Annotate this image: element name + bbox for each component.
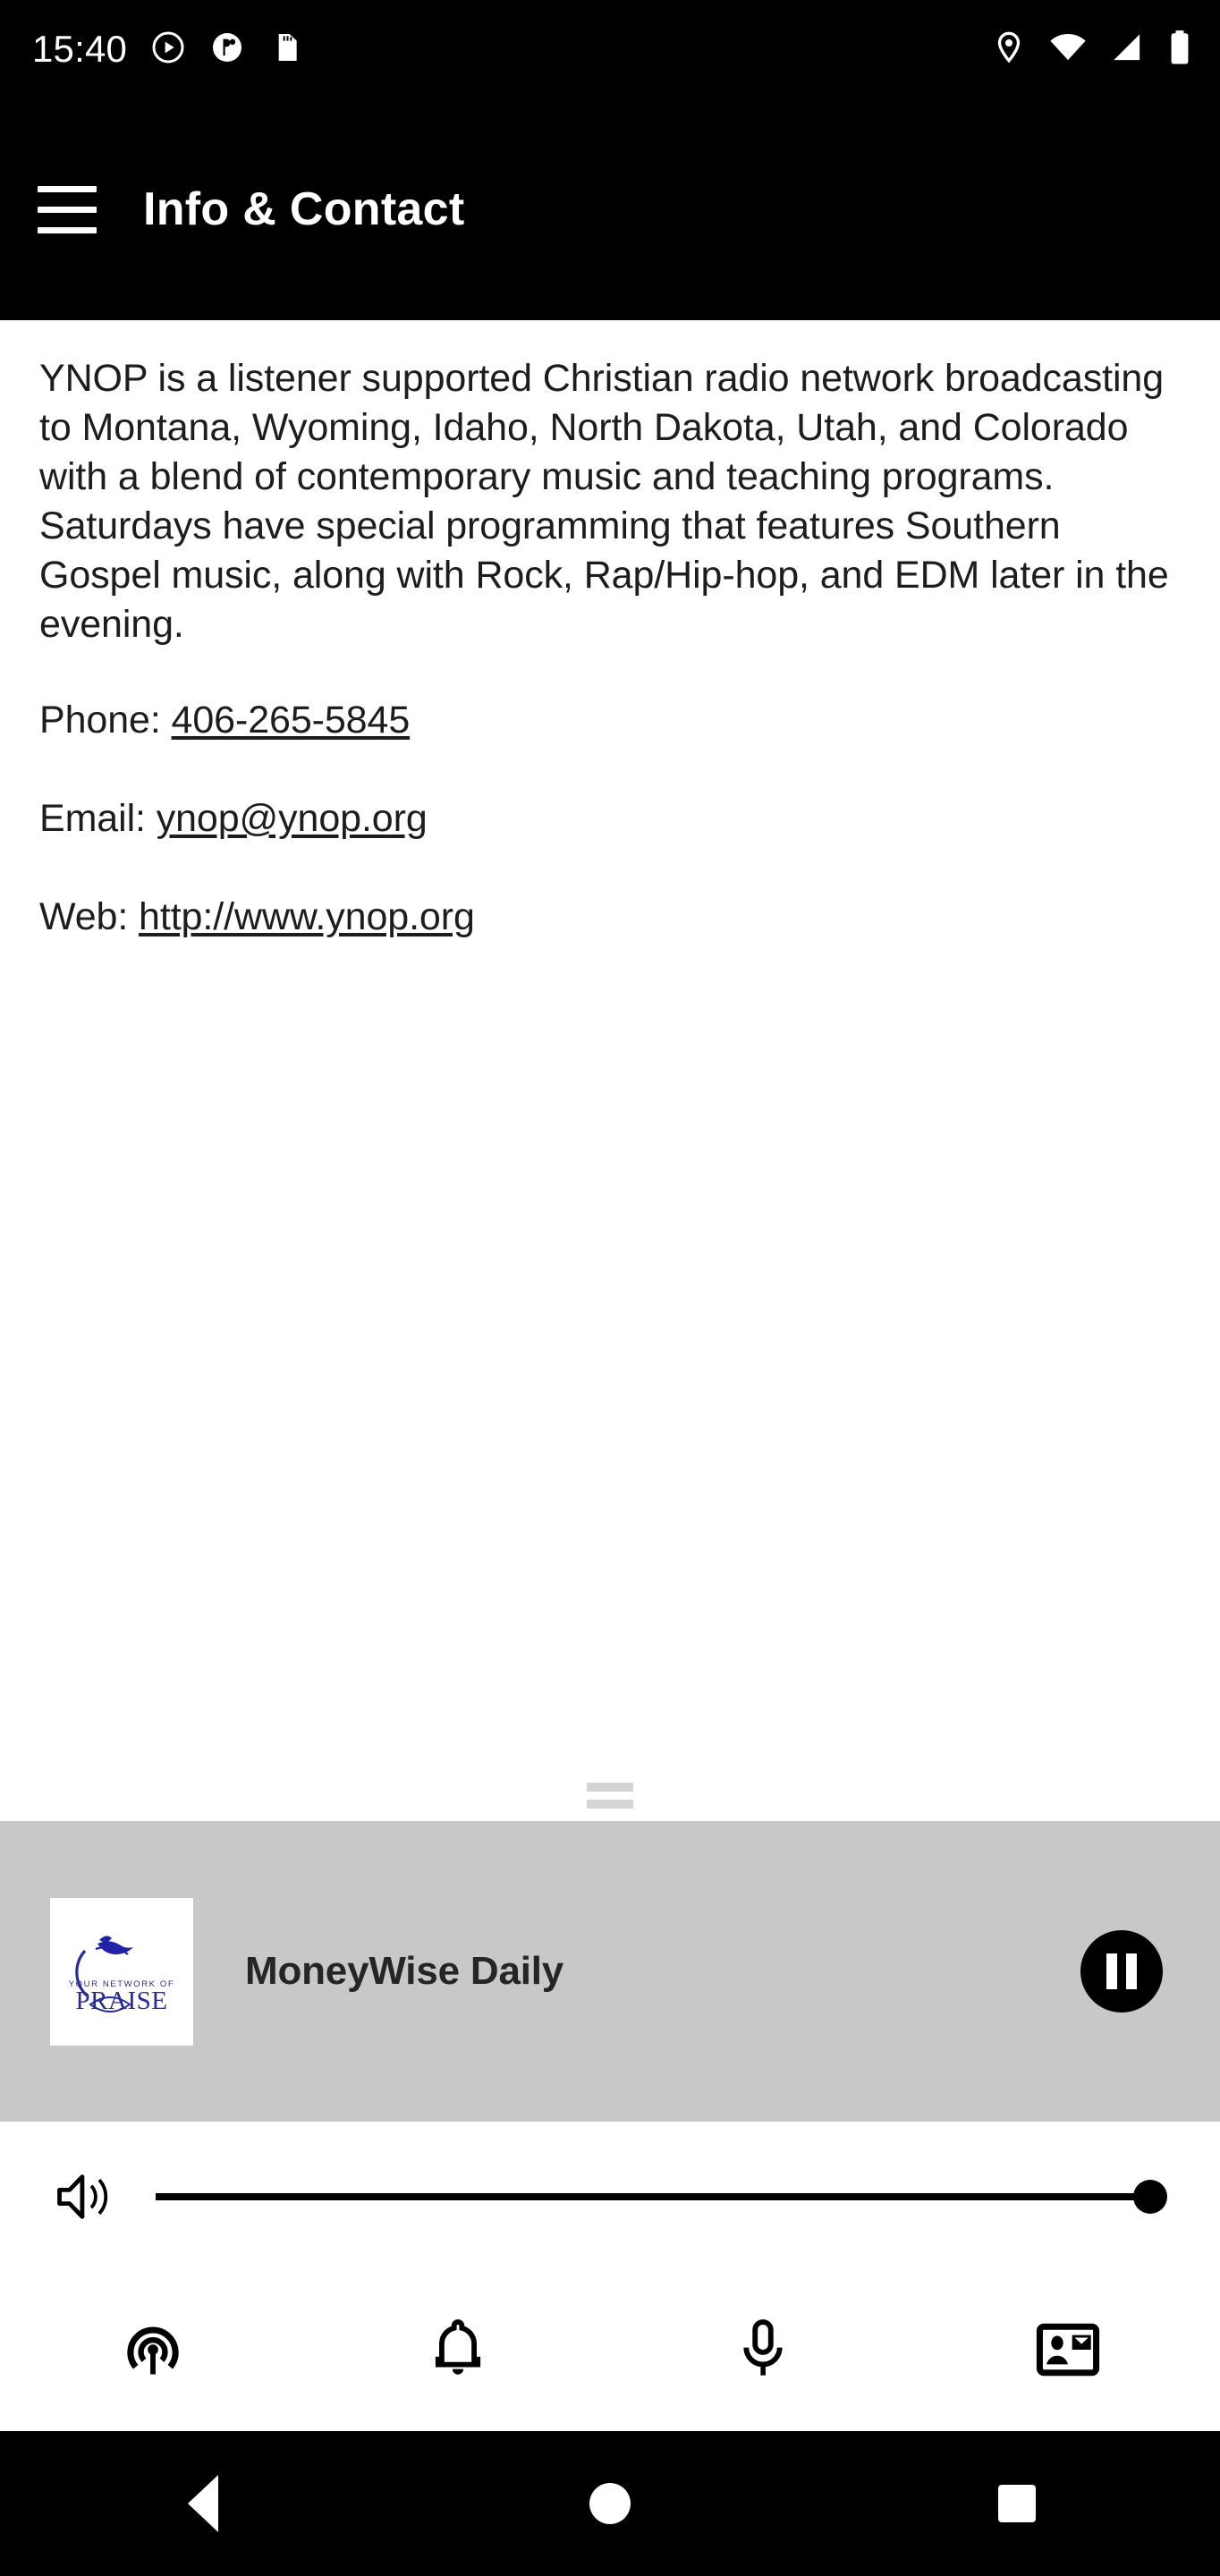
app-screen: 15:40 Info & Contact YNOP is a listener … — [0, 0, 1220, 2576]
bell-icon — [427, 2316, 489, 2388]
drag-handle-bar — [587, 1782, 633, 1792]
now-playing-bar[interactable]: YOUR NETWORK OF PRAISE MoneyWise Daily — [0, 1821, 1220, 2122]
play-circle-icon — [150, 30, 186, 70]
nav-item-info-contact[interactable] — [915, 2272, 1220, 2431]
home-circle-icon[interactable] — [521, 2431, 699, 2576]
do-not-disturb-icon — [209, 30, 245, 70]
pause-bar — [1126, 1953, 1137, 1989]
contact-card-icon — [1034, 2318, 1102, 2386]
hamburger-line — [38, 226, 97, 233]
nav-item-live-radio[interactable] — [0, 2272, 305, 2431]
recents-glyph — [997, 2485, 1036, 2522]
volume-row — [0, 2122, 1220, 2272]
battery-icon — [1166, 29, 1193, 71]
wifi-icon — [1048, 30, 1088, 70]
drag-handle-bar — [587, 1799, 633, 1809]
back-glyph — [188, 2475, 219, 2532]
android-navigation-bar — [0, 2431, 1220, 2576]
bottom-navigation — [0, 2272, 1220, 2431]
status-bar: 15:40 — [0, 0, 1220, 98]
drag-handle-icon[interactable] — [0, 1769, 1220, 1821]
phone-row: Phone: 406-265-5845 — [39, 696, 1181, 746]
broadcast-tower-icon — [119, 2316, 187, 2388]
app-bar: Info & Contact — [0, 98, 1220, 320]
sd-card-icon — [268, 30, 304, 70]
hamburger-menu-icon[interactable] — [20, 185, 127, 233]
home-glyph — [589, 2483, 631, 2524]
email-row: Email: ynop@ynop.org — [39, 794, 1181, 844]
station-description: YNOP is a listener supported Christian r… — [39, 357, 1169, 647]
phone-label: Phone: — [39, 699, 172, 742]
hamburger-line — [38, 185, 97, 192]
email-link[interactable]: ynop@ynop.org — [157, 797, 428, 840]
volume-slider[interactable] — [156, 2170, 1167, 2224]
phone-link[interactable]: 406-265-5845 — [172, 699, 411, 741]
volume-slider-track — [156, 2193, 1150, 2200]
station-logo-your-network-of-praise: YOUR NETWORK OF PRAISE — [50, 1897, 193, 2046]
hamburger-line — [38, 206, 97, 213]
nav-item-alerts[interactable] — [305, 2272, 610, 2431]
location-pin-icon — [991, 30, 1027, 70]
back-triangle-icon[interactable] — [114, 2431, 292, 2576]
status-bar-left: 15:40 — [32, 30, 991, 70]
nav-item-podcasts[interactable] — [610, 2272, 915, 2431]
status-bar-right — [991, 29, 1193, 71]
now-playing-title: MoneyWise Daily — [245, 1949, 564, 1993]
volume-up-icon[interactable] — [52, 2167, 134, 2226]
web-row: Web: http://www.ynop.org — [39, 893, 1181, 943]
pause-bar — [1106, 1953, 1117, 1989]
volume-slider-thumb[interactable] — [1133, 2180, 1167, 2214]
cellular-signal-icon — [1109, 30, 1145, 70]
microphone-icon — [735, 2316, 791, 2388]
svg-text:PRAISE: PRAISE — [76, 1987, 168, 2015]
recents-square-icon[interactable] — [928, 2431, 1106, 2576]
pause-icon[interactable] — [1080, 1930, 1163, 2012]
website-link[interactable]: http://www.ynop.org — [139, 895, 475, 938]
email-label: Email: — [39, 797, 157, 841]
status-clock: 15:40 — [32, 28, 128, 70]
page-title: Info & Contact — [143, 183, 465, 235]
web-label: Web: — [39, 894, 140, 938]
info-contact-content: YNOP is a listener supported Christian r… — [0, 320, 1220, 1805]
